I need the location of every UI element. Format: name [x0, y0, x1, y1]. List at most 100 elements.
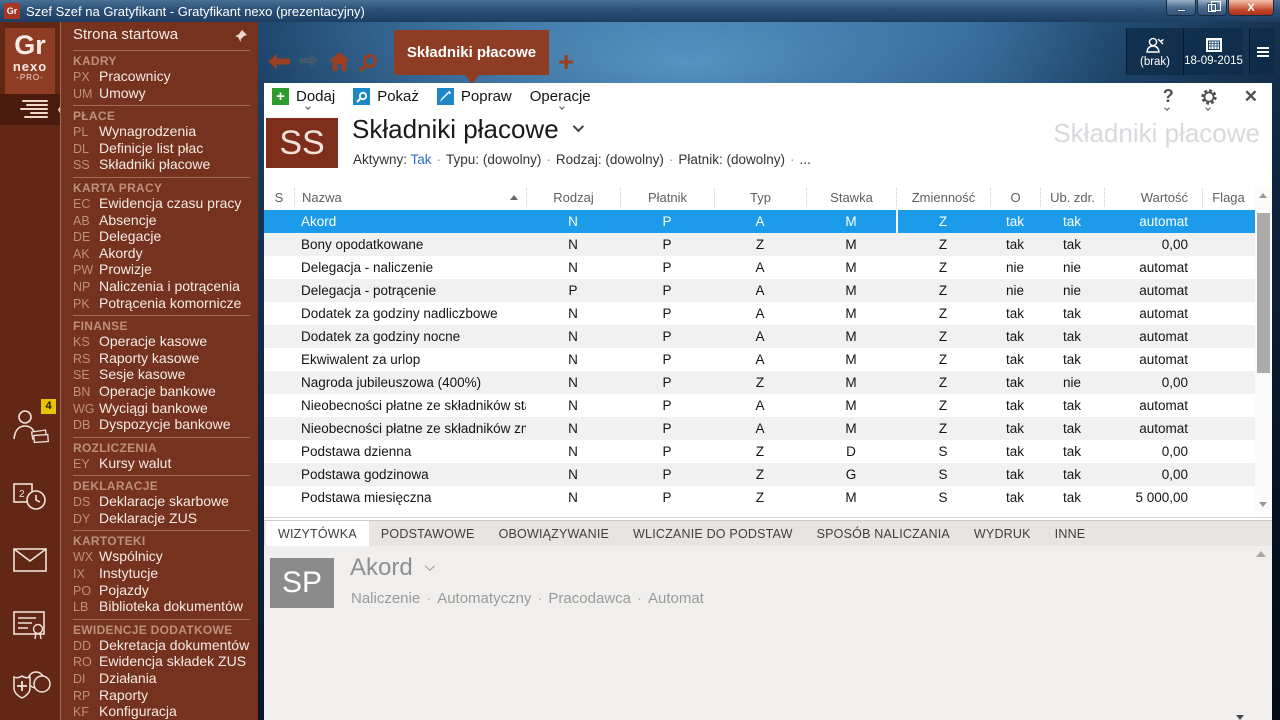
sidebar-item-ewidencja-sk-adek-zus[interactable]: RO Ewidencja składek ZUS	[73, 654, 250, 671]
sidebar-item-konfiguracja[interactable]: KF Konfiguracja	[73, 704, 250, 720]
detail-tab-spos-b-naliczania[interactable]: SPOSÓB NALICZANIA	[805, 521, 962, 546]
add-button[interactable]: + Dodaj	[272, 83, 335, 110]
sidebar-item-raporty-kasowe[interactable]: RS Raporty kasowe	[73, 351, 250, 368]
sidebar-item-raporty[interactable]: RP Raporty	[73, 688, 250, 705]
detail-scroll-down-icon[interactable]	[1236, 715, 1244, 720]
sidebar-item-absencje[interactable]: AB Absencje	[73, 213, 250, 230]
mail-module-button[interactable]	[10, 545, 52, 585]
table-row[interactable]: Podstawa dzienna N P Z D Stak tak 0,00	[264, 440, 1272, 463]
sidebar-item-pracownicy[interactable]: PX Pracownicy	[73, 69, 250, 86]
home-button[interactable]	[329, 52, 350, 76]
table-row[interactable]: Bony opodatkowane N P Z M Ztak tak 0,00	[264, 233, 1272, 256]
date-panel-button[interactable]: 18-09-2015	[1183, 28, 1243, 75]
column-header-Płatnik[interactable]: Płatnik	[620, 188, 714, 207]
detail-tab-podstawowe[interactable]: PODSTAWOWE	[369, 521, 487, 546]
filter-segment[interactable]: Rodzaj: (dowolny)	[556, 152, 664, 167]
sidebar-item-wynagrodzenia[interactable]: PL Wynagrodzenia	[73, 124, 250, 141]
settings-button[interactable]	[1200, 83, 1218, 111]
table-row[interactable]: Ekwiwalent za urlop N P A M Ztak tak automat	[264, 348, 1272, 371]
filter-segment[interactable]: Typu: (dowolny)	[446, 152, 541, 167]
filter-value[interactable]: (dowolny)	[483, 152, 542, 167]
table-row[interactable]: Dodatek za godziny nadliczbowe N P A M Ztak ta…	[264, 302, 1272, 325]
detail-tab-wizyt-wka[interactable]: WIZYTÓWKA	[266, 521, 369, 546]
table-row[interactable]: Akord N P A M Ztak tak automat	[264, 210, 1272, 233]
sidebar-item-kursy-walut[interactable]: EY Kursy walut	[73, 456, 250, 473]
column-header-Zmienność[interactable]: Zmienność	[896, 188, 990, 207]
payroll-module-button[interactable]: 4	[10, 399, 56, 447]
sidebar-item-umowy[interactable]: UM Umowy	[73, 86, 250, 103]
sidebar-item-wyci-gi-bankowe[interactable]: WG Wyciągi bankowe	[73, 401, 250, 418]
time-module-button[interactable]: 2	[10, 478, 52, 518]
filter-value[interactable]: Tak	[411, 152, 432, 167]
scrollbar-thumb[interactable]	[1257, 213, 1270, 373]
forward-button[interactable]	[299, 54, 319, 72]
filter-value[interactable]: (dowolny)	[605, 152, 664, 167]
column-header-Typ[interactable]: Typ	[714, 188, 806, 207]
sidebar-item-dzia-ania[interactable]: DI Działania	[73, 671, 250, 688]
main-menu-button[interactable]: ❮	[0, 94, 72, 125]
detail-title[interactable]: Akord	[350, 554, 435, 582]
table-row[interactable]: Nieobecności płatne ze składników stały.…	[264, 394, 1272, 417]
table-row[interactable]: Podstawa miesięczna N P Z M Stak tak 5 000,00	[264, 486, 1272, 509]
detail-tab-wliczanie-do-podstaw[interactable]: WLICZANIE DO PODSTAW	[621, 521, 805, 546]
filter-segment[interactable]: Płatnik: (dowolny)	[678, 152, 785, 167]
scroll-up-icon[interactable]	[1259, 193, 1267, 198]
filter-value[interactable]: ...	[799, 152, 810, 167]
back-button[interactable]	[268, 54, 290, 74]
close-view-button[interactable]: ✕	[1244, 83, 1258, 110]
column-header-Nazwa[interactable]: Nazwa	[294, 188, 526, 207]
sidebar-item-instytucje[interactable]: IX Instytucje	[73, 566, 250, 583]
table-row[interactable]: Podstawa godzinowa N P Z G Stak tak 0,00	[264, 463, 1272, 486]
nav-menu-button[interactable]	[1249, 28, 1275, 75]
sidebar-item-wsp-lnicy[interactable]: WX Wspólnicy	[73, 549, 250, 566]
new-tab-button[interactable]: +	[558, 48, 574, 76]
operations-button[interactable]: Operacje	[530, 83, 591, 110]
sidebar-item-naliczenia-i-potr-cenia[interactable]: NP Naliczenia i potrącenia	[73, 279, 250, 296]
sidebar-item-definicje-list-p-ac[interactable]: DL Definicje list płac	[73, 141, 250, 158]
table-row[interactable]: Dodatek za godziny nocne N P A M Ztak tak autom…	[264, 325, 1272, 348]
filter-segment[interactable]: Aktywny: Tak	[353, 152, 432, 167]
sidebar-item-potr-cenia-komornicze[interactable]: PK Potrącenia komornicze	[73, 296, 250, 313]
detail-tab-obowi-zywanie[interactable]: OBOWIĄZYWANIE	[487, 521, 621, 546]
restore-button[interactable]	[1197, 0, 1227, 16]
sidebar-item-sk-adniki-p-acowe[interactable]: SS Składniki płacowe	[73, 157, 250, 174]
edit-button[interactable]: Popraw	[436, 83, 512, 110]
search-button[interactable]	[358, 53, 378, 77]
sidebar-item-prowizje[interactable]: PW Prowizje	[73, 262, 250, 279]
user-panel-button[interactable]: (brak)	[1126, 28, 1183, 75]
pin-icon[interactable]	[234, 26, 248, 51]
sidebar-item-strona-startowa[interactable]: Strona startowa	[61, 22, 258, 47]
column-header-Flaga[interactable]: Flaga	[1202, 188, 1254, 207]
column-header-S[interactable]: S	[264, 188, 294, 207]
show-button[interactable]: Pokaż	[353, 83, 419, 110]
filter-value[interactable]: (dowolny)	[726, 152, 785, 167]
sidebar-item-biblioteka-dokument-w[interactable]: LB Biblioteka dokumentów	[73, 599, 250, 616]
help-button[interactable]: ?	[1163, 83, 1174, 111]
documents-module-button[interactable]	[10, 608, 52, 648]
sidebar-item-akordy[interactable]: AK Akordy	[73, 246, 250, 263]
sidebar-item-dyspozycje-bankowe[interactable]: DB Dyspozycje bankowe	[73, 417, 250, 434]
sidebar-item-operacje-kasowe[interactable]: KS Operacje kasowe	[73, 334, 250, 351]
table-row[interactable]: Delegacja - potrącenie P P A M Znie nie automat	[264, 279, 1272, 302]
sidebar-item-operacje-bankowe[interactable]: BN Operacje bankowe	[73, 384, 250, 401]
column-header-Wartość[interactable]: Wartość	[1104, 188, 1202, 207]
addons-module-button[interactable]	[10, 668, 52, 708]
filter-segment[interactable]: ...	[799, 152, 810, 167]
table-row[interactable]: Nagroda jubileuszowa (400%) N P Z M Ztak nie 0,…	[264, 371, 1272, 394]
panel-splitter[interactable]	[264, 517, 1272, 518]
detail-scroll-up-icon[interactable]	[1256, 551, 1266, 557]
sidebar-item-sesje-kasowe[interactable]: SE Sesje kasowe	[73, 367, 250, 384]
grid-scrollbar[interactable]	[1255, 185, 1272, 515]
minimize-button[interactable]	[1166, 0, 1196, 16]
sidebar-item-deklaracje-zus[interactable]: DY Deklaracje ZUS	[73, 511, 250, 528]
scroll-down-icon[interactable]	[1259, 502, 1267, 507]
sidebar-item-pojazdy[interactable]: PO Pojazdy	[73, 583, 250, 600]
column-header-Stawka[interactable]: Stawka	[806, 188, 896, 207]
table-row[interactable]: Delegacja - naliczenie N P A M Znie nie automat	[264, 256, 1272, 279]
sidebar-item-dekretacja-dokument-w[interactable]: DD Dekretacja dokumentów	[73, 638, 250, 655]
detail-tab-wydruk[interactable]: WYDRUK	[962, 521, 1043, 546]
detail-tab-inne[interactable]: INNE	[1043, 521, 1098, 546]
page-title[interactable]: Składniki płacowe	[352, 114, 584, 145]
table-row[interactable]: Nieobecności płatne ze składników zmie..…	[264, 417, 1272, 440]
sidebar-item-delegacje[interactable]: DE Delegacje	[73, 229, 250, 246]
